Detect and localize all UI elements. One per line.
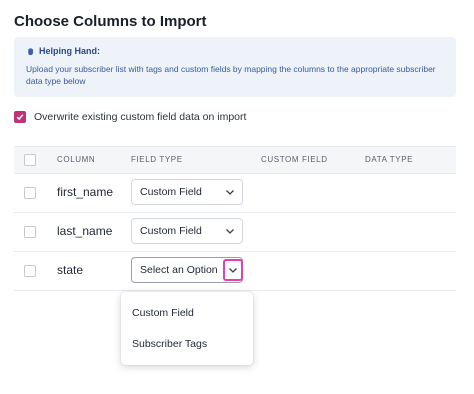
check-icon [16, 114, 24, 121]
header-custom-field: CUSTOM FIELD [261, 155, 328, 164]
header-data-type: DATA TYPE [365, 155, 414, 164]
helping-hand-panel: Helping Hand: Upload your subscriber lis… [14, 37, 456, 97]
page-title: Choose Columns to Import [14, 13, 207, 30]
table-row: state Select an Option [14, 252, 456, 291]
helping-hand-heading-row: Helping Hand: [26, 46, 444, 56]
overwrite-checkbox[interactable] [14, 111, 26, 123]
column-name: state [57, 263, 84, 277]
field-type-value: Custom Field [140, 225, 202, 237]
dropdown-option-subscriber-tags[interactable]: Subscriber Tags [132, 338, 207, 350]
chevron-down-icon [226, 190, 234, 195]
row-checkbox[interactable] [24, 226, 36, 238]
table-header: COLUMN FIELD TYPE CUSTOM FIELD DATA TYPE [14, 146, 456, 174]
hand-icon [28, 47, 34, 55]
dropdown-option-custom-field[interactable]: Custom Field [132, 307, 194, 319]
select-all-checkbox[interactable] [24, 154, 36, 166]
chevron-down-icon [229, 267, 237, 273]
column-name: first_name [57, 185, 114, 199]
field-type-select[interactable]: Custom Field [131, 218, 243, 244]
row-checkbox[interactable] [24, 187, 36, 199]
field-type-value: Custom Field [140, 186, 202, 198]
field-type-select[interactable]: Custom Field [131, 179, 243, 205]
field-type-dropdown-menu: Custom Field Subscriber Tags [121, 292, 253, 365]
helping-hand-text: Upload your subscriber list with tags an… [26, 64, 436, 86]
column-name: last_name [57, 224, 113, 238]
header-field-type: FIELD TYPE [131, 155, 183, 164]
chevron-down-icon [226, 229, 234, 234]
field-type-select-open[interactable]: Select an Option [131, 257, 243, 283]
helping-hand-title: Helping Hand: [39, 46, 100, 56]
column-mapping-table: COLUMN FIELD TYPE CUSTOM FIELD DATA TYPE… [14, 146, 456, 291]
table-row: first_name Custom Field [14, 174, 456, 213]
overwrite-option[interactable]: Overwrite existing custom field data on … [14, 111, 246, 123]
table-row: last_name Custom Field [14, 213, 456, 252]
row-checkbox[interactable] [24, 265, 36, 277]
header-column: COLUMN [57, 155, 96, 164]
field-type-placeholder: Select an Option [140, 264, 218, 276]
dropdown-toggle-highlight[interactable] [223, 259, 243, 281]
overwrite-label: Overwrite existing custom field data on … [34, 111, 247, 123]
